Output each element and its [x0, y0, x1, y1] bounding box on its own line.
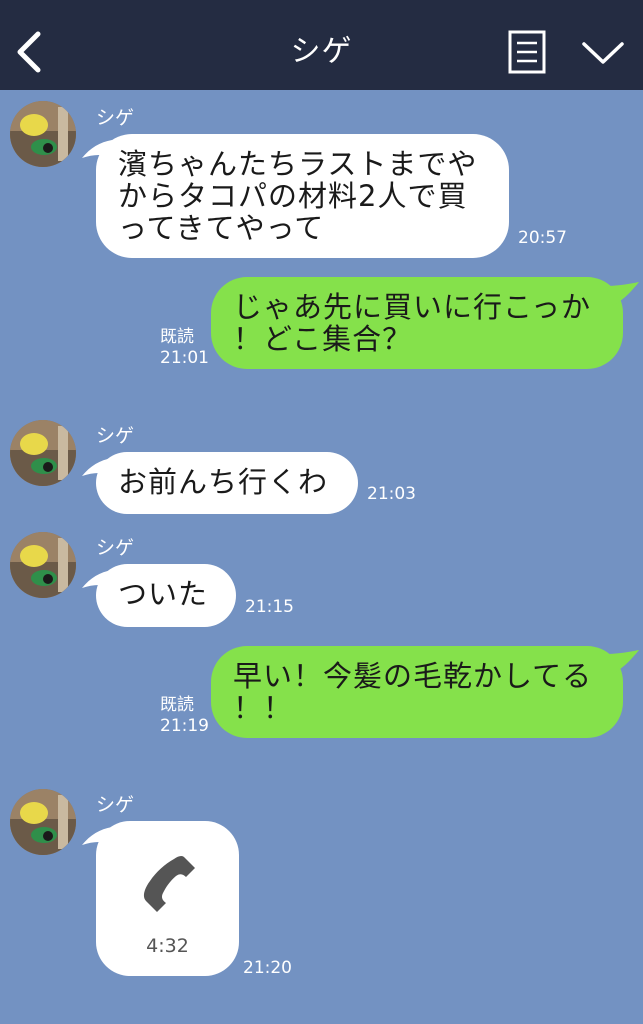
- avatar[interactable]: [10, 532, 76, 598]
- sender-name: シゲ: [96, 794, 135, 816]
- message-line: ！どこ集合？: [233, 322, 413, 356]
- message-line: ！！: [233, 691, 294, 725]
- avatar[interactable]: [10, 789, 76, 855]
- call-duration: 4:32: [146, 935, 189, 957]
- message-bubble[interactable]: じゃあ先に買いに行こっか ！どこ集合？: [211, 277, 623, 369]
- message-time: 21:20: [243, 958, 292, 978]
- sender-name: シゲ: [96, 107, 135, 129]
- message-time: 21:03: [367, 484, 416, 504]
- message-line: 早い！今髪の毛乾かしてる: [233, 659, 593, 693]
- read-label: 既読: [160, 695, 194, 715]
- message-bubble[interactable]: お前んち行くわ: [96, 452, 358, 514]
- message-line: からタコパの材料2人で買: [118, 179, 468, 213]
- message-line: お前んち行くわ: [118, 465, 329, 499]
- message-line: じゃあ先に買いに行こっか: [233, 290, 591, 324]
- call-bubble[interactable]: 4:32: [96, 821, 239, 976]
- sender-name: シゲ: [96, 425, 135, 447]
- sender-name: シゲ: [96, 537, 135, 559]
- menu-icon: [508, 30, 546, 74]
- message-time: 21:19: [160, 716, 209, 736]
- avatar-photo-icon: [10, 101, 76, 167]
- bubble-tail: [605, 282, 639, 306]
- read-receipt: 既読 21:19: [160, 695, 209, 737]
- chat-header: シゲ: [0, 0, 643, 90]
- message-time: 21:01: [160, 348, 209, 368]
- message-bubble[interactable]: 早い！今髪の毛乾かしてる ！！: [211, 646, 623, 738]
- message-bubble[interactable]: ついた: [96, 564, 236, 627]
- collapse-button[interactable]: [580, 34, 626, 74]
- message-time: 21:15: [245, 597, 294, 617]
- bubble-tail: [605, 650, 639, 674]
- message-bubble[interactable]: 濱ちゃんたちラストまでや からタコパの材料2人で買 ってきてやって: [96, 134, 509, 258]
- avatar-photo-icon: [10, 532, 76, 598]
- message-time: 20:57: [518, 228, 567, 248]
- phone-icon: [143, 855, 195, 912]
- message-line: ついた: [118, 577, 209, 611]
- avatar[interactable]: [10, 101, 76, 167]
- read-label: 既読: [160, 327, 194, 347]
- chevron-down-icon: [582, 42, 624, 64]
- message-line: ってきてやって: [118, 211, 325, 245]
- chat-title: シゲ: [290, 34, 353, 69]
- avatar-photo-icon: [10, 789, 76, 855]
- read-receipt: 既読 21:01: [160, 327, 209, 369]
- avatar-photo-icon: [10, 420, 76, 486]
- avatar[interactable]: [10, 420, 76, 486]
- menu-button[interactable]: [508, 30, 546, 74]
- message-line: 濱ちゃんたちラストまでや: [118, 147, 478, 181]
